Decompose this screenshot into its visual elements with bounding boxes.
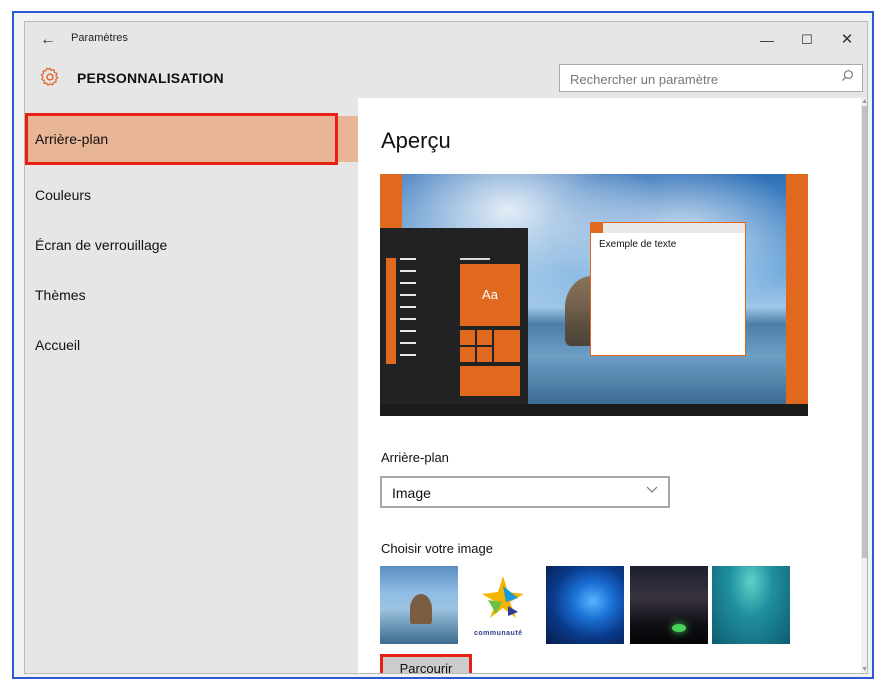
browse-button[interactable]: Parcourir (380, 654, 472, 673)
background-preview: Aa Exemple de texte (380, 174, 808, 416)
preview-tile-small (460, 347, 475, 362)
sidebar-item-label: Écran de verrouillage (35, 237, 168, 253)
back-arrow-icon[interactable]: ← (37, 29, 59, 51)
preview-sample-text: Exemple de texte (599, 239, 677, 250)
preview-menu-line (400, 354, 416, 356)
preview-tile-wide (460, 366, 520, 396)
preview-tile-small (494, 330, 520, 362)
preview-accent-right (786, 174, 808, 416)
preview-tile-small (460, 330, 475, 345)
thumbnail-tent-glow (672, 624, 686, 632)
sidebar-item-themes[interactable]: Thèmes (25, 272, 358, 318)
thumbnail-brand-text: communauté (474, 630, 523, 637)
sidebar-item-couleurs[interactable]: Couleurs (25, 172, 358, 218)
scroll-up-icon[interactable]: ▲ (861, 98, 867, 105)
sidebar-item-ecran-verrouillage[interactable]: Écran de verrouillage (25, 222, 358, 268)
preview-menu-line (400, 258, 416, 260)
screenshot-frame: ← Paramètres — ☐ ✕ PERSONNALISATION Rech… (12, 11, 874, 679)
chevron-down-icon[interactable] (644, 483, 660, 499)
preview-menu-line (400, 306, 416, 308)
scrollbar-thumb[interactable] (862, 106, 867, 558)
thumbnail-community-logo[interactable]: communauté (464, 566, 542, 644)
image-thumbnails: communauté (380, 566, 792, 646)
sidebar: Arrière-plan Couleurs Écran de verrouill… (25, 98, 358, 673)
chevron-down-icon-svg (646, 486, 658, 493)
gear-icon (39, 66, 61, 88)
preview-menu-line (400, 318, 416, 320)
minimize-button[interactable]: — (753, 28, 781, 52)
preview-title: Aperçu (381, 128, 451, 153)
preview-menu-line (400, 294, 416, 296)
thumbnail-windows-blue[interactable] (546, 566, 624, 644)
preview-tile-small (477, 330, 492, 345)
main-content: ▲ ▼ Aperçu Aa Exemple de texte Arrière-p… (358, 98, 867, 673)
sidebar-item-label: Thèmes (35, 287, 86, 303)
thumbnail-underwater[interactable] (712, 566, 790, 644)
preview-tile-header (460, 258, 490, 260)
search-box[interactable] (559, 64, 863, 92)
background-type-dropdown[interactable]: Image (380, 476, 670, 508)
preview-menu-line (400, 270, 416, 272)
sidebar-item-label: Accueil (35, 337, 81, 353)
sidebar-item-accueil[interactable]: Accueil (25, 322, 358, 368)
thumbnail-beach-rocks[interactable] (380, 566, 458, 644)
title-bar: ← Paramètres — ☐ ✕ (25, 22, 867, 58)
preview-menu-line (400, 330, 416, 332)
choose-image-label: Choisir votre image (381, 541, 493, 556)
preview-window-titlebar (591, 223, 745, 233)
settings-window: ← Paramètres — ☐ ✕ PERSONNALISATION Rech… (24, 21, 868, 674)
thumbnail-rock-shape (410, 594, 432, 624)
thumbnail-night-sky[interactable] (630, 566, 708, 644)
community-logo-icon (482, 576, 524, 618)
preview-tile-large: Aa (460, 264, 520, 326)
preview-start-accent (386, 258, 396, 364)
preview-window-accent (591, 223, 603, 233)
gear-icon-svg (40, 67, 59, 86)
preview-menu-line (400, 342, 416, 344)
search-icon[interactable] (838, 69, 856, 87)
preview-tile-small (477, 347, 492, 362)
close-button[interactable]: ✕ (833, 28, 861, 52)
sidebar-item-label: Couleurs (35, 187, 92, 203)
preview-taskbar (380, 404, 808, 416)
search-icon-svg (841, 70, 853, 82)
preview-sample-window: Exemple de texte (590, 222, 746, 356)
scroll-down-icon[interactable]: ▼ (861, 666, 867, 673)
preview-start-menu: Aa (380, 228, 528, 406)
preview-menu-line (400, 282, 416, 284)
dropdown-selected-value: Image (392, 485, 431, 501)
header: PERSONNALISATION (25, 58, 867, 98)
scrollbar[interactable]: ▲ ▼ (861, 98, 867, 673)
highlight-outline-sidebar (25, 113, 338, 165)
search-input[interactable] (568, 69, 832, 89)
background-label: Arrière-plan (381, 450, 449, 465)
window-title: Paramètres (71, 32, 128, 44)
maximize-button[interactable]: ☐ (793, 28, 821, 52)
page-title: PERSONNALISATION (77, 70, 224, 86)
